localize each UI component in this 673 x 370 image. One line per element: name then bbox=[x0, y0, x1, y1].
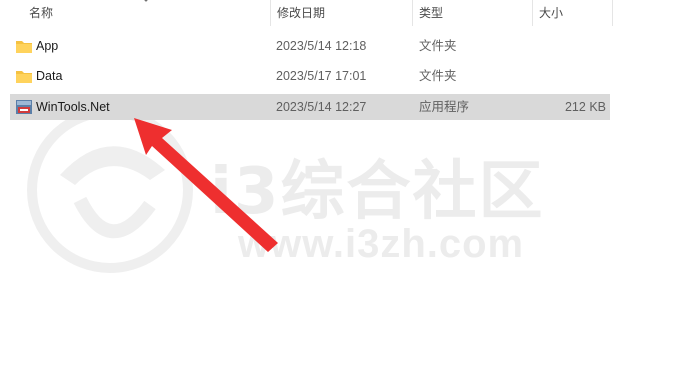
column-divider[interactable] bbox=[612, 0, 613, 26]
file-type: 文件夹 bbox=[419, 39, 457, 53]
file-size: 212 KB bbox=[564, 100, 606, 114]
file-row-data[interactable]: Data 2023/5/17 17:01 文件夹 bbox=[10, 63, 610, 89]
file-type: 文件夹 bbox=[419, 69, 457, 83]
file-row-app[interactable]: App 2023/5/14 12:18 文件夹 bbox=[10, 33, 610, 59]
app-icon bbox=[16, 100, 32, 114]
column-header: 名称 修改日期 类型 大小 bbox=[0, 0, 673, 28]
file-type: 应用程序 bbox=[419, 100, 470, 114]
column-header-date[interactable]: 修改日期 bbox=[270, 0, 412, 26]
column-header-size[interactable]: 大小 bbox=[532, 0, 612, 26]
folder-icon bbox=[16, 71, 32, 83]
column-header-type[interactable]: 类型 bbox=[412, 0, 532, 26]
file-name: WinTools.Net bbox=[36, 100, 110, 114]
folder-icon bbox=[16, 41, 32, 53]
file-name: Data bbox=[36, 69, 63, 83]
watermark-site-name: i3综合社区 bbox=[210, 155, 545, 229]
file-date: 2023/5/14 12:27 bbox=[276, 100, 367, 114]
file-date: 2023/5/17 17:01 bbox=[276, 69, 367, 83]
file-row-wintools[interactable]: WinTools.Net 2023/5/14 12:27 应用程序 212 KB bbox=[10, 94, 610, 120]
watermark-url: www.i3zh.com bbox=[238, 222, 525, 266]
column-header-name[interactable]: 名称 bbox=[22, 0, 270, 26]
file-name: App bbox=[36, 39, 59, 53]
file-date: 2023/5/14 12:18 bbox=[276, 39, 367, 53]
